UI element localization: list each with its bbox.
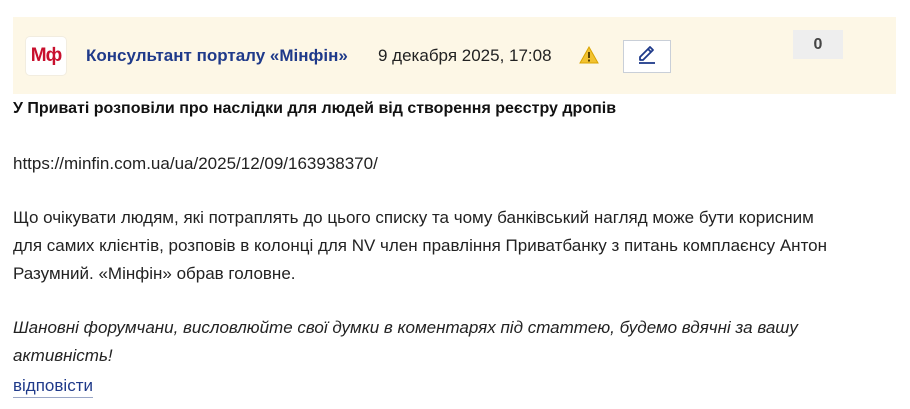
body-line: для самих клієнтів, розповів в колонці д…: [13, 236, 828, 255]
warning-icon[interactable]: [579, 45, 599, 64]
pencil-icon: [636, 43, 658, 70]
body-line: Що очікувати людям, які потраплять до ць…: [13, 208, 814, 227]
comment-date: 9 декабря 2025, 17:08: [378, 46, 552, 65]
cta-line: активність!: [13, 346, 113, 365]
call-to-action: Шановні форумчани, висловлюйте свої думк…: [13, 314, 893, 370]
post-body: Що очікувати людям, які потраплять до ць…: [13, 204, 893, 288]
reply-link[interactable]: відповісти: [13, 376, 93, 398]
edit-button[interactable]: [623, 40, 671, 73]
comment-header: Мф Консультант порталу «Мінфін» 9 декабр…: [13, 17, 896, 94]
cta-line: Шановні форумчани, висловлюйте свої думк…: [13, 318, 798, 337]
vote-count[interactable]: 0: [793, 30, 843, 59]
author-link[interactable]: Консультант порталу «Мінфін»: [86, 46, 348, 66]
post-title: У Приваті розповіли про наслідки для люд…: [13, 100, 617, 117]
minfin-logo[interactable]: Мф: [26, 37, 66, 75]
body-line: Разумний. «Мінфін» обрав головне.: [13, 264, 296, 283]
post-url: https://minfin.com.ua/ua/2025/12/09/1639…: [13, 154, 378, 173]
